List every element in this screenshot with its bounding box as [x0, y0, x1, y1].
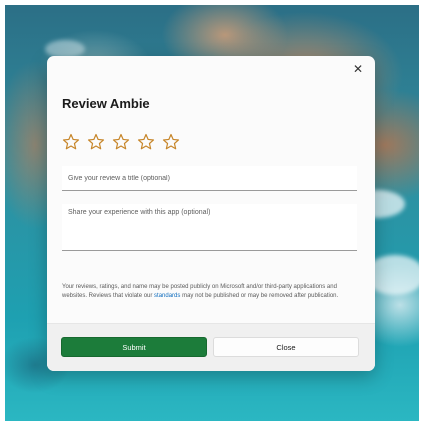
submit-button[interactable]: Submit — [61, 337, 207, 357]
star-1-icon[interactable] — [62, 133, 80, 151]
star-rating — [62, 133, 180, 151]
desktop-background: ✕ Review Ambie Your reviews, ratings, an… — [5, 5, 419, 421]
review-title-input[interactable] — [62, 166, 357, 191]
dialog-footer: Submit Close — [47, 323, 375, 371]
disclaimer-text-end: may not be published or may be removed a… — [180, 293, 339, 299]
privacy-disclaimer: Your reviews, ratings, and name may be p… — [62, 283, 362, 301]
standards-link[interactable]: standards — [154, 293, 180, 299]
close-icon[interactable]: ✕ — [351, 62, 365, 76]
dialog-title: Review Ambie — [62, 96, 150, 111]
review-body-textarea[interactable] — [62, 204, 357, 251]
star-4-icon[interactable] — [137, 133, 155, 151]
star-5-icon[interactable] — [162, 133, 180, 151]
star-3-icon[interactable] — [112, 133, 130, 151]
close-button[interactable]: Close — [213, 337, 359, 357]
star-2-icon[interactable] — [87, 133, 105, 151]
review-dialog: ✕ Review Ambie Your reviews, ratings, an… — [47, 56, 375, 371]
